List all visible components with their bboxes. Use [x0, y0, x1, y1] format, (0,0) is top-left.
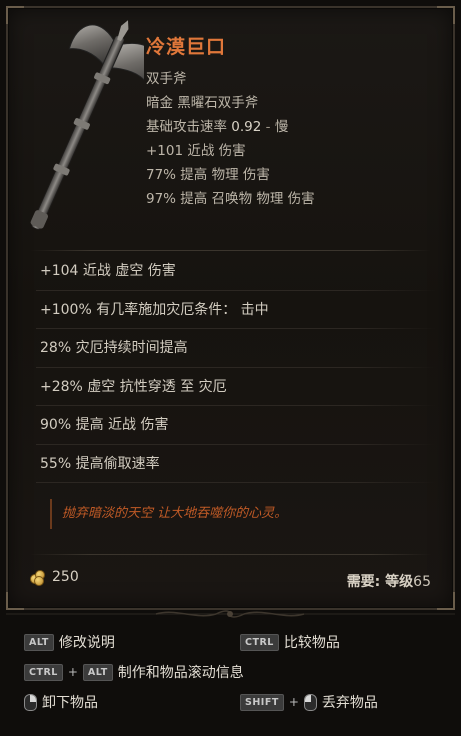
implicit-stat: 77% 提高 物理 伤害	[146, 167, 270, 183]
ctrl-key: CTRL	[24, 663, 63, 681]
item-subtype: 暗金 黑曜石双手斧	[146, 95, 259, 111]
affix-line: 28% 灾厄持续时间提高	[36, 329, 436, 368]
affix-line: +104 近战 虚空 伤害	[36, 252, 436, 291]
attack-speed-value: 0.92	[231, 119, 262, 135]
implicit-stat: +101 近战 伤害	[146, 143, 246, 159]
gold-coin-icon	[30, 569, 46, 586]
attack-speed-desc: 慢	[274, 119, 289, 135]
affix-line: +28% 虚空 抗性穿透 至 灾厄	[36, 368, 436, 407]
shift-key: SHIFT	[240, 693, 284, 711]
axe-weapon-icon	[30, 20, 144, 231]
item-name: 冷漠巨口	[146, 36, 227, 58]
item-header: 冷漠巨口 双手斧 暗金 黑曜石双手斧 基础攻击速率 0.92 - 慢 +101 …	[146, 32, 446, 211]
attack-speed-label: 基础攻击速率	[146, 119, 232, 135]
affix-line: +100% 有几率施加灾厄条件： 击中	[36, 291, 436, 330]
alt-key: ALT	[82, 663, 113, 681]
ctrl-hint[interactable]: CTRL 比较物品	[240, 632, 340, 652]
attack-speed-sep: -	[261, 119, 275, 135]
alt-key: ALT	[24, 633, 54, 651]
mouse-left-icon	[303, 693, 317, 711]
flavor-bar	[50, 499, 52, 529]
plus-sign: +	[67, 665, 78, 679]
alt-hint[interactable]: ALT 修改说明	[24, 632, 115, 652]
ctrl-alt-hint-label: 制作和物品滚动信息	[117, 665, 244, 681]
corner-ornament	[437, 6, 455, 24]
bottom-ornament	[6, 610, 455, 618]
ctrl-alt-hint[interactable]: CTRL + ALT 制作和物品滚动信息	[24, 662, 244, 682]
drop-hint-label: 丢弃物品	[321, 695, 378, 711]
affix-line: 55% 提高偷取速率	[36, 445, 436, 484]
plus-sign: +	[288, 695, 299, 709]
unequip-hint[interactable]: 卸下物品	[24, 692, 98, 712]
requirement-level: 65	[413, 574, 431, 590]
implicit-stat: 97% 提高 召唤物 物理 伤害	[146, 191, 315, 207]
item-type: 双手斧	[146, 71, 187, 87]
gold-value: 250	[30, 569, 79, 586]
flavor-text: 抛弃暗淡的天空 让大地吞噬你的心灵。	[62, 506, 288, 521]
gold-amount: 250	[52, 569, 79, 585]
attack-speed-line: 基础攻击速率 0.92 - 慢	[146, 115, 446, 139]
alt-hint-label: 修改说明	[58, 635, 115, 651]
unequip-hint-label: 卸下物品	[42, 695, 98, 711]
mouse-right-icon	[24, 693, 37, 711]
divider	[30, 554, 431, 555]
ctrl-key: CTRL	[240, 633, 279, 651]
item-tooltip: 冷漠巨口 双手斧 暗金 黑曜石双手斧 基础攻击速率 0.92 - 慢 +101 …	[6, 6, 455, 610]
affix-list: +104 近战 虚空 伤害 +100% 有几率施加灾厄条件： 击中 28% 灾厄…	[36, 252, 436, 483]
ctrl-hint-label: 比较物品	[283, 635, 340, 651]
drop-hint[interactable]: SHIFT + 丢弃物品	[240, 692, 378, 712]
divider	[30, 250, 431, 251]
affix-line: 90% 提高 近战 伤害	[36, 406, 436, 445]
level-requirement: 需要: 等级65	[347, 571, 431, 591]
requirement-label: 需要: 等级	[346, 574, 414, 590]
